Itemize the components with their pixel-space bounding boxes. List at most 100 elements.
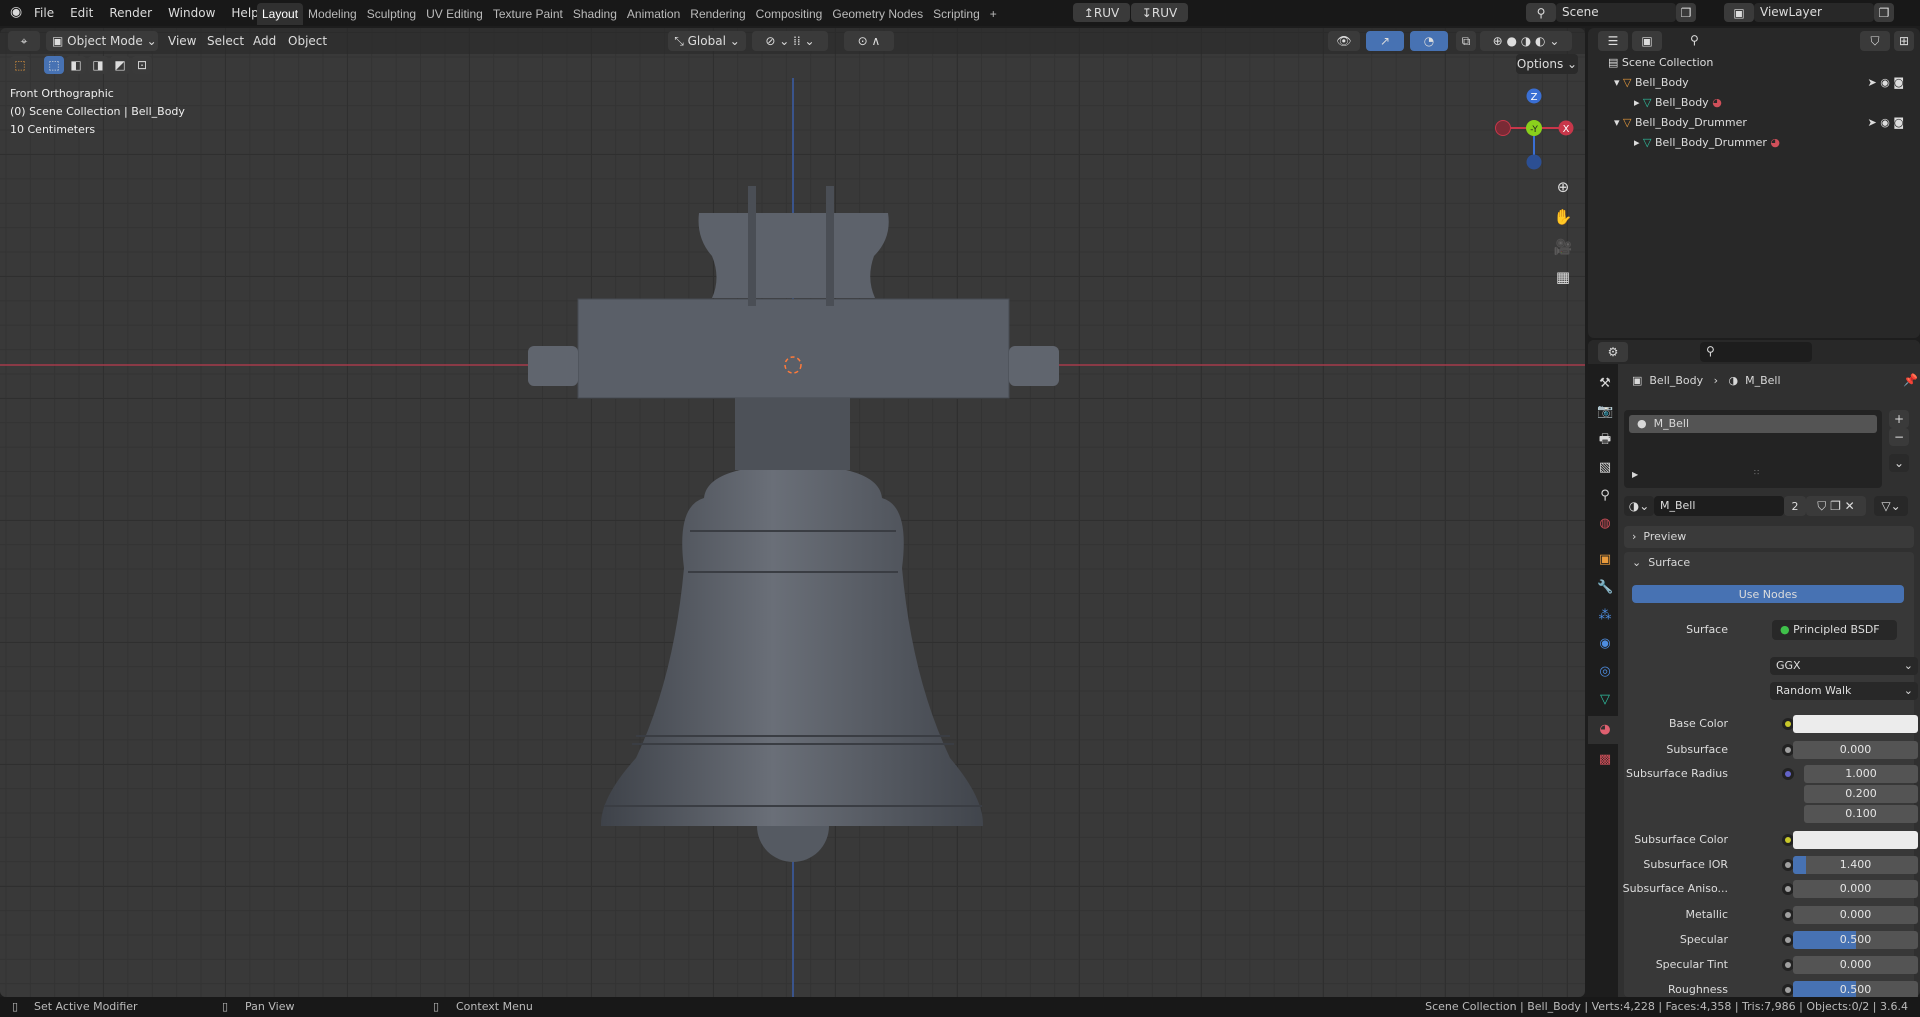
particles-tab-icon[interactable]: ⁂ <box>1597 608 1613 624</box>
outliner-item-bell-body-drummer[interactable]: ▾ ▽ Bell_Body_Drummer ➤ ◉ ◙ <box>1614 113 1914 133</box>
new-view-layer-icon[interactable]: ❐ <box>1874 3 1894 22</box>
tab-shading[interactable]: Shading <box>568 3 622 25</box>
tab-scripting[interactable]: Scripting <box>928 3 985 25</box>
scene-selector-icon[interactable]: ⚲ <box>1526 3 1556 22</box>
render-tab-icon[interactable]: 📷 <box>1597 404 1613 420</box>
gizmo-neg-z[interactable] <box>1526 154 1542 170</box>
output-tab-icon[interactable]: 🖶 <box>1597 432 1613 448</box>
navigation-gizmo[interactable]: Z X -Y <box>1495 88 1574 170</box>
ruv-download-button[interactable]: ↧ RUV <box>1131 3 1188 22</box>
3d-viewport[interactable]: ⌖ ▣ Object Mode ⌄ View Select Add Object… <box>0 28 1585 997</box>
material-slot-list[interactable]: ● M_Bell ▶ ∷ <box>1624 410 1882 488</box>
outliner-editor-icon[interactable]: ☰ <box>1598 31 1628 51</box>
specular-slider[interactable]: 0.500 <box>1793 931 1918 949</box>
expand-icon[interactable]: ▾ <box>1614 76 1620 89</box>
new-collection-icon[interactable]: ⊞ <box>1894 31 1914 51</box>
tool-tab-icon[interactable]: ⚒ <box>1597 376 1613 392</box>
tab-geometry-nodes[interactable]: Geometry Nodes <box>827 3 928 25</box>
resize-handle-icon[interactable]: ∷ <box>1754 468 1759 477</box>
tab-texture-paint[interactable]: Texture Paint <box>488 3 568 25</box>
outliner-item-bell-body[interactable]: ▾ ▽ Bell_Body ➤ ◉ ◙ <box>1614 73 1914 93</box>
world-tab-icon[interactable]: ◍ <box>1597 516 1613 532</box>
menu-render[interactable]: Render <box>101 0 160 26</box>
tab-animation[interactable]: Animation <box>622 3 685 25</box>
socket-icon[interactable] <box>1782 768 1794 780</box>
material-icon[interactable]: ◕ <box>1712 96 1722 109</box>
new-scene-icon[interactable]: ❐ <box>1676 3 1696 22</box>
outliner-search-input[interactable] <box>1684 31 1796 51</box>
tab-sculpting[interactable]: Sculpting <box>362 3 421 25</box>
display-mode-icon[interactable]: ▣ <box>1632 31 1662 51</box>
texture-tab-icon[interactable]: ▩ <box>1597 752 1613 768</box>
material-name-field[interactable]: M_Bell <box>1654 496 1784 516</box>
tab-rendering[interactable]: Rendering <box>685 3 750 25</box>
gizmo-neg-x[interactable] <box>1495 120 1511 136</box>
tab-modeling[interactable]: Modeling <box>303 3 362 25</box>
visibility-controls[interactable]: ➤ ◉ ◙ <box>1868 73 1904 93</box>
material-browse-icon[interactable]: ◑⌄ <box>1624 496 1654 516</box>
slot-specials-button[interactable]: ⌄ <box>1889 454 1909 472</box>
physics-tab-icon[interactable]: ◉ <box>1597 636 1613 652</box>
bell-body <box>600 470 984 826</box>
base-color-swatch[interactable] <box>1793 715 1918 733</box>
surface-shader-field[interactable]: ● Principled BSDF <box>1772 620 1897 640</box>
menu-file[interactable]: File <box>26 0 62 26</box>
material-icon[interactable]: ◕ <box>1770 136 1780 149</box>
expand-icon[interactable]: ▶ <box>1632 470 1638 479</box>
material-tab-icon[interactable]: ◕ <box>1597 722 1613 738</box>
visibility-controls[interactable]: ➤ ◉ ◙ <box>1868 113 1904 133</box>
user-count[interactable]: 2 <box>1784 496 1806 516</box>
subsurface-slider[interactable]: 0.000 <box>1793 741 1918 759</box>
data-tab-icon[interactable]: ▽ <box>1597 692 1613 708</box>
ruv-upload-button[interactable]: ↥ RUV <box>1073 3 1130 22</box>
tab-layout[interactable]: Layout <box>257 3 304 25</box>
menu-window[interactable]: Window <box>160 0 223 26</box>
outliner-mesh-bell-body-drummer[interactable]: ▸ ▽ Bell_Body_Drummer ◕ <box>1634 133 1780 153</box>
view-layer-icon[interactable]: ▣ <box>1724 3 1754 22</box>
outliner-mesh-bell-body[interactable]: ▸ ▽ Bell_Body ◕ <box>1634 93 1722 113</box>
material-actions[interactable]: ⛉ ❐ ✕ <box>1806 496 1866 516</box>
filter-icon[interactable]: ⛉ <box>1860 31 1890 51</box>
pin-icon[interactable]: 📌 <box>1903 373 1918 387</box>
material-slot[interactable]: ● M_Bell <box>1629 415 1877 433</box>
blender-logo-icon[interactable]: ◉ <box>10 4 22 20</box>
tab-compositing[interactable]: Compositing <box>751 3 828 25</box>
preview-panel-header[interactable]: › Preview <box>1624 526 1914 548</box>
camera-icon[interactable]: 🎥 <box>1552 232 1574 262</box>
expand-icon[interactable]: ▾ <box>1614 116 1620 129</box>
outliner-scene-collection[interactable]: ▤ Scene Collection <box>1608 53 1713 73</box>
constraints-tab-icon[interactable]: ◎ <box>1597 664 1613 680</box>
object-tab-icon[interactable]: ▣ <box>1597 552 1613 568</box>
metallic-slider[interactable]: 0.000 <box>1793 906 1918 924</box>
menu-edit[interactable]: Edit <box>62 0 101 26</box>
slot-label: M_Bell <box>1653 417 1690 430</box>
subsurface-radius-field-1[interactable]: 0.200 <box>1804 785 1918 803</box>
specular-tint-label: Specular Tint <box>1655 958 1728 971</box>
tab-uv-editing[interactable]: UV Editing <box>421 3 488 25</box>
remove-slot-button[interactable]: − <box>1889 428 1909 446</box>
add-slot-button[interactable]: + <box>1889 410 1909 428</box>
modifier-tab-icon[interactable]: 🔧 <box>1597 580 1613 596</box>
distribution-dropdown[interactable]: GGX ⌄ <box>1770 657 1918 675</box>
subsurface-radius-field-0[interactable]: 1.000 <box>1804 765 1918 783</box>
add-workspace-button[interactable]: + <box>985 3 1002 25</box>
specular-tint-slider[interactable]: 0.000 <box>1793 956 1918 974</box>
grid-perspective-icon[interactable]: ▦ <box>1552 262 1574 292</box>
subsurface-radius-field-2[interactable]: 0.100 <box>1804 805 1918 823</box>
subsurface-method-dropdown[interactable]: Random Walk ⌄ <box>1770 682 1918 700</box>
subsurface-color-swatch[interactable] <box>1793 831 1918 849</box>
scene-tab-icon[interactable]: ⚲ <box>1597 488 1613 504</box>
top-bar: ◉ File Edit Render Window Help Layout Modelin… <box>0 0 1920 26</box>
base-color-label: Base Color <box>1668 717 1728 730</box>
scene-name-field[interactable]: Scene <box>1556 3 1676 22</box>
link-type-icon[interactable]: ▽⌄ <box>1874 496 1908 516</box>
view-layer-field[interactable]: ViewLayer <box>1754 3 1874 22</box>
pan-hand-icon[interactable]: ✋ <box>1552 202 1574 232</box>
surface-panel-header[interactable]: ⌄ Surface <box>1624 552 1914 574</box>
use-nodes-button[interactable]: Use Nodes <box>1632 585 1904 603</box>
subsurface-ior-slider[interactable]: 1.400 <box>1793 856 1918 874</box>
material-tab-active[interactable]: ◕ <box>1588 716 1619 744</box>
view-layer-tab-icon[interactable]: ▧ <box>1597 460 1613 476</box>
zoom-icon[interactable]: ⊕ <box>1552 172 1574 202</box>
subsurface-aniso-slider[interactable]: 0.000 <box>1793 880 1918 898</box>
